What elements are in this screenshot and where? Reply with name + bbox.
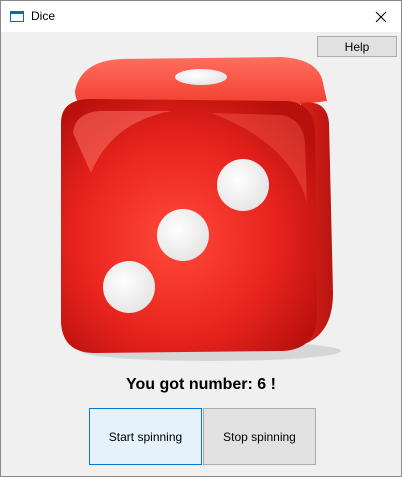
window-title: Dice bbox=[31, 9, 56, 23]
stop-spinning-button[interactable]: Stop spinning bbox=[203, 408, 316, 465]
result-label: You got number: 6 ! bbox=[126, 376, 276, 393]
start-spinning-button[interactable]: Start spinning bbox=[89, 408, 202, 465]
window-app-icon bbox=[10, 11, 24, 22]
dice-window: Dice Help You got number: 6 ! Start spin… bbox=[0, 0, 402, 477]
close-button[interactable] bbox=[361, 1, 401, 32]
title-bar[interactable]: Dice bbox=[1, 1, 401, 32]
close-icon bbox=[375, 11, 387, 22]
dice-image bbox=[61, 57, 341, 361]
